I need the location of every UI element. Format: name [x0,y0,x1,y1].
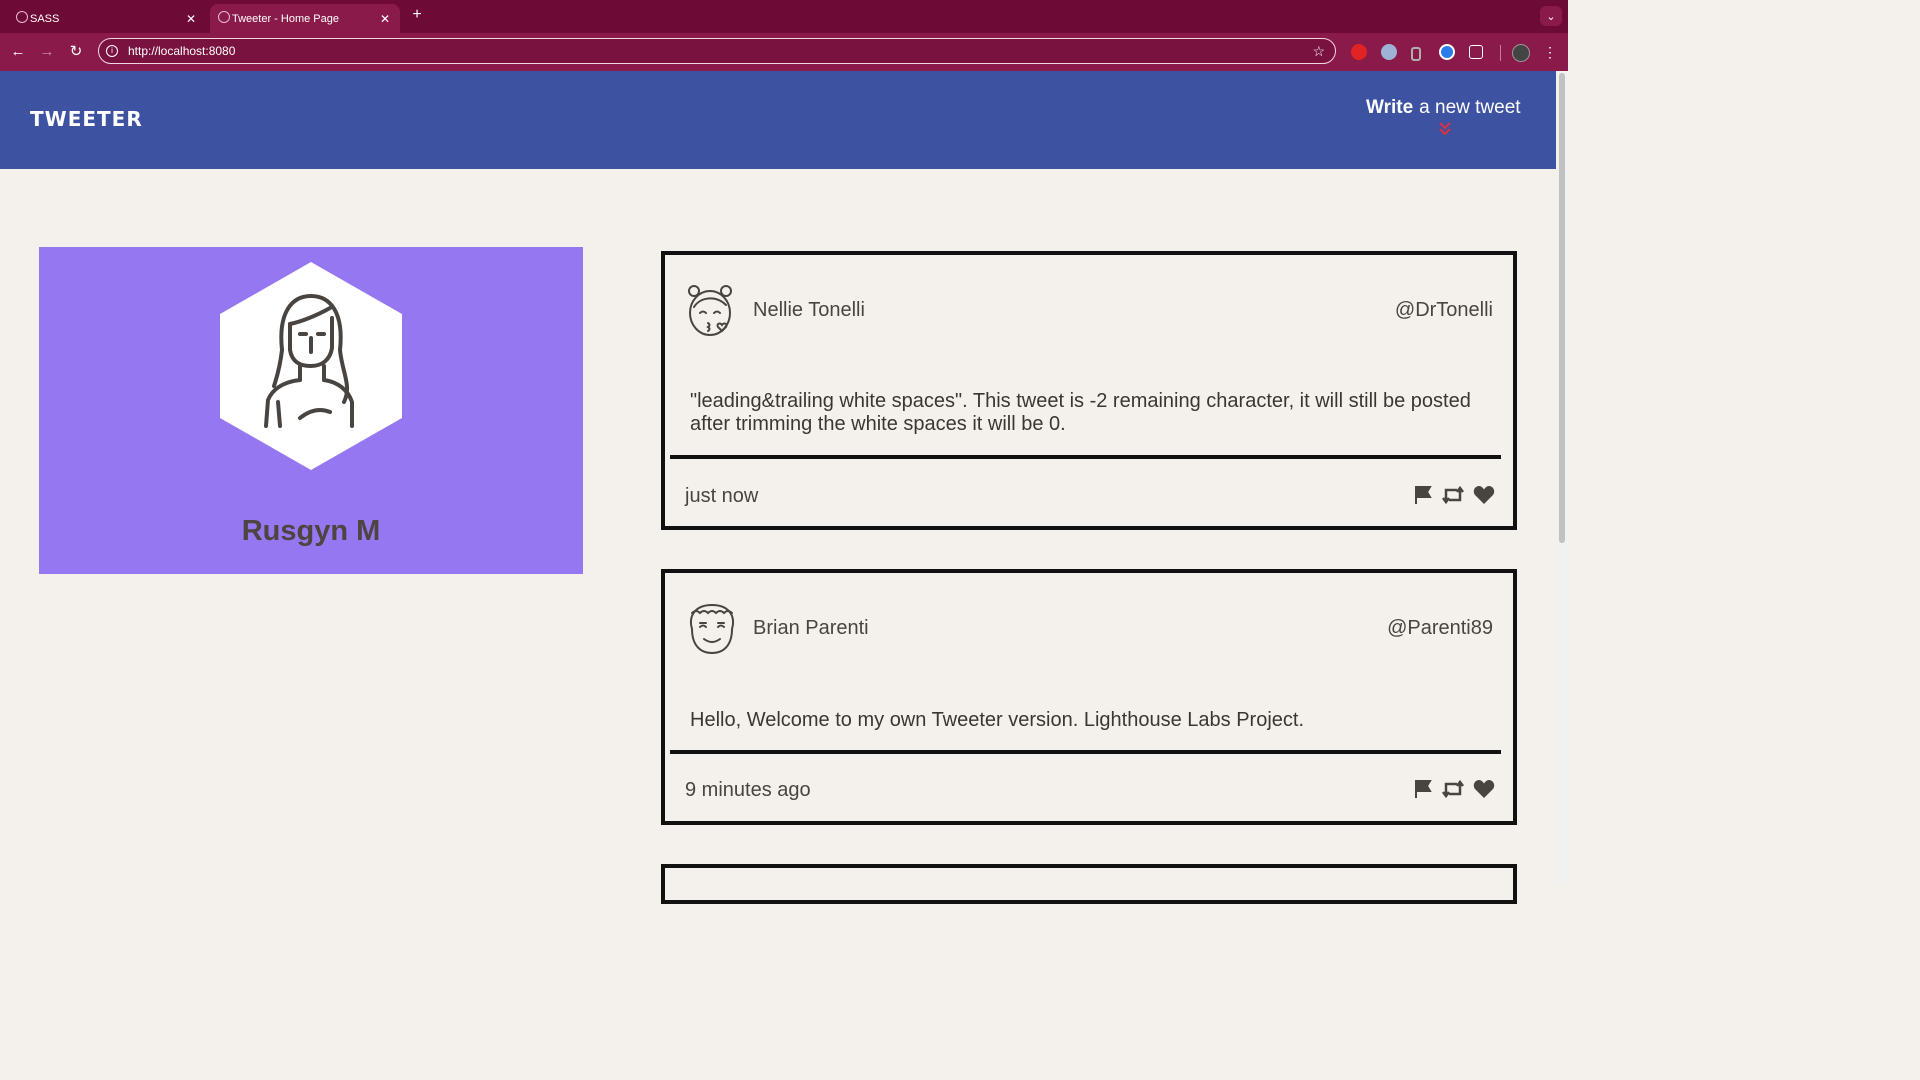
forward-icon[interactable]: → [37,42,57,62]
tweet-body: "leading&trailing white spaces". This tw… [690,390,1471,435]
profile-avatar[interactable] [1512,44,1530,62]
site-info-icon[interactable]: i [106,45,118,57]
tweet-timestamp: just now [685,485,759,507]
girl-avatar-icon [688,285,732,336]
url-text[interactable]: http://localhost:8080 [128,44,1312,58]
flag-icon[interactable] [1413,779,1433,799]
back-icon[interactable]: ← [8,42,28,62]
profile-card: Rusgyn M [39,247,583,574]
retweet-icon[interactable] [1441,779,1465,799]
tweet-timestamp: 9 minutes ago [685,779,811,801]
extension-blue-icon[interactable] [1439,44,1455,60]
tweet-actions [1413,779,1495,799]
avatar [686,283,738,339]
tab-label: Tweeter - Home Page [232,12,339,25]
extension-bottle-icon[interactable] [1411,47,1421,61]
tweet-divider [670,455,1501,459]
heart-icon[interactable] [1473,485,1495,505]
tweet-handle: @DrTonelli [1394,299,1493,321]
compose-label-rest: a new tweet [1419,97,1521,118]
tweet-card [661,864,1517,904]
tweet-actions [1413,485,1495,505]
heart-icon[interactable] [1473,779,1495,799]
tweet-body: Hello, Welcome to my own Tweeter version… [690,709,1305,731]
browser-toolbar: ← → ↻ i http://localhost:8080 ☆ ⋮ [0,33,1568,72]
extension-circle-icon[interactable] [1381,44,1397,60]
avatar [686,601,738,657]
github-icon [16,11,28,23]
tweet-card: Nellie Tonelli @DrTonelli "leading&trail… [661,251,1517,530]
page-scrollbar[interactable] [1556,71,1568,882]
tab-sass[interactable]: SASS ✕ [8,4,206,33]
toolbar-divider [1500,45,1501,61]
extensions-puzzle-icon[interactable] [1469,45,1483,59]
tweet-author: Brian Parenti [753,617,869,639]
browser-tabstrip: SASS ✕ Tweeter - Home Page ✕ + ⌄ [0,0,1568,33]
tab-search-button[interactable]: ⌄ [1540,6,1562,26]
tab-tweeter-home[interactable]: Tweeter - Home Page ✕ [210,4,400,33]
tweet-author: Nellie Tonelli [753,299,865,321]
compose-label-bold: Write [1366,97,1414,118]
kebab-menu-icon[interactable]: ⋮ [1540,42,1560,62]
profile-name: Rusgyn M [241,515,381,547]
close-icon[interactable]: ✕ [184,12,198,26]
flag-icon[interactable] [1413,485,1433,505]
tweet-card: Brian Parenti @Parenti89 Hello, Welcome … [661,569,1517,825]
app-header: TWEETER Write a new tweet [0,71,1556,169]
user-avatar-icon [264,294,354,428]
retweet-icon[interactable] [1441,485,1465,505]
double-chevron-down-icon[interactable] [1437,121,1453,137]
profile-avatar-frame [220,262,402,470]
boy-avatar-icon [690,603,734,655]
tab-label: SASS [30,12,60,25]
bookmark-star-icon[interactable]: ☆ [1312,43,1325,60]
new-tab-button[interactable]: + [408,6,426,26]
tweet-handle: @Parenti89 [1387,617,1493,639]
write-new-tweet-toggle[interactable]: Write a new tweet [1366,97,1526,145]
close-icon[interactable]: ✕ [378,12,392,26]
scroll-thumb[interactable] [1559,73,1565,543]
tweet-divider [670,750,1501,754]
reload-icon[interactable]: ↻ [66,42,86,62]
address-bar[interactable]: i http://localhost:8080 ☆ [98,38,1336,64]
extension-red-icon[interactable] [1351,44,1367,60]
brand-logo[interactable]: TWEETER [30,107,143,131]
globe-icon [218,11,230,23]
